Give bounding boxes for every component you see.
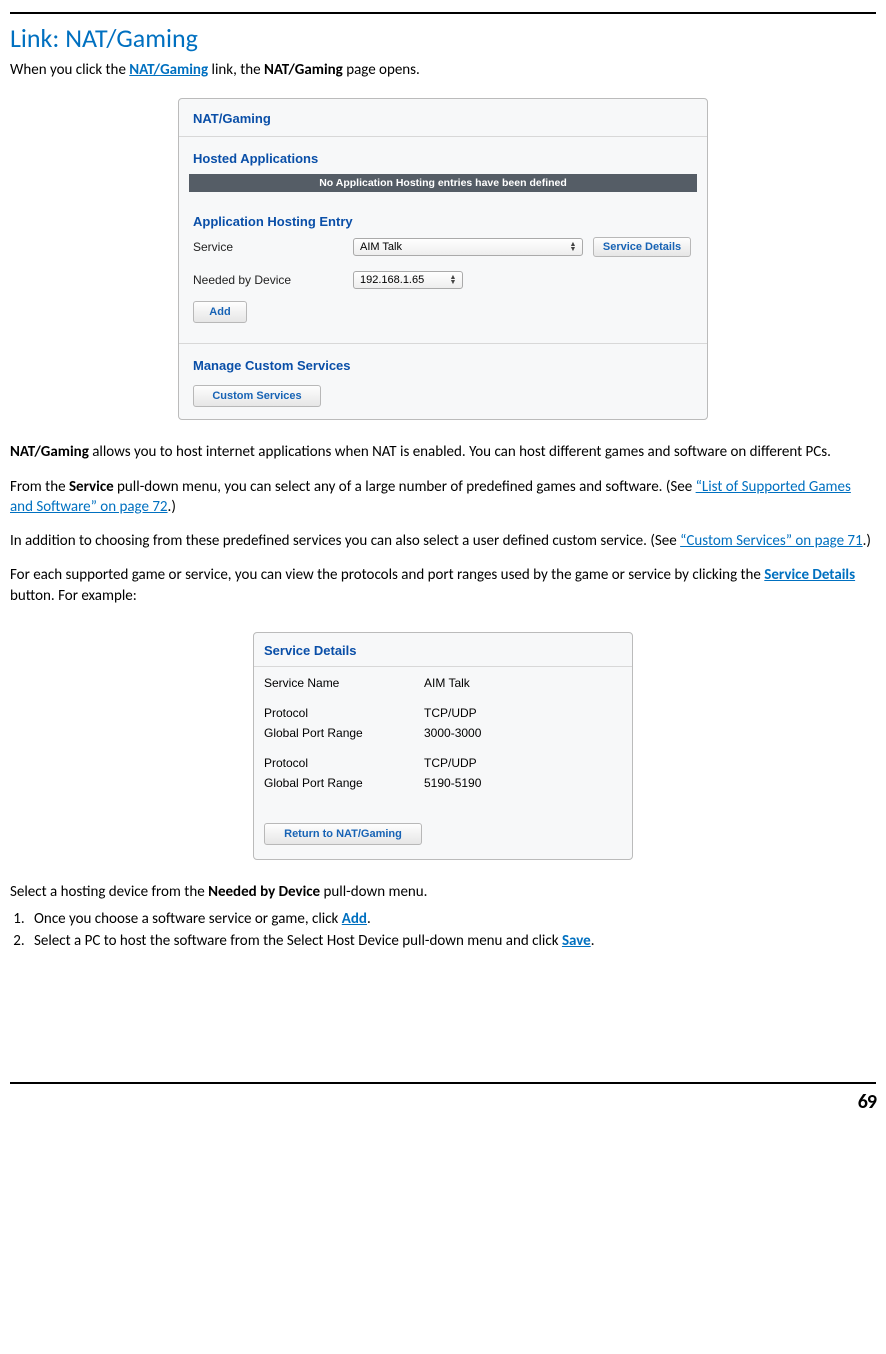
para1: NAT/Gaming allows you to host internet a… <box>10 442 876 462</box>
step-1: Once you choose a software service or ga… <box>28 908 876 930</box>
step2-a: Select a PC to host the software from th… <box>34 932 562 950</box>
intro-t3: page opens. <box>343 61 420 79</box>
intro-bold: NAT/Gaming <box>264 61 343 79</box>
detail-row: Service NameAIM Talk <box>254 673 632 693</box>
detail-row: Global Port Range5190-5190 <box>254 773 632 793</box>
detail-label: Protocol <box>264 706 424 720</box>
para5-b1: Needed by Device <box>208 883 320 901</box>
step2-b: . <box>591 932 595 950</box>
needed-row: Needed by Device 192.168.1.65 ▲▼ <box>179 267 707 293</box>
para2-t1: From the <box>10 478 69 496</box>
detail-label: Global Port Range <box>264 776 424 790</box>
detail-label: Global Port Range <box>264 726 424 740</box>
intro-paragraph: When you click the NAT/Gaming link, the … <box>10 60 876 80</box>
para3-t2: .) <box>863 532 871 550</box>
detail-label: Protocol <box>264 756 424 770</box>
service-dropdown[interactable]: AIM Talk ▲▼ <box>353 238 583 256</box>
para3: In addition to choosing from these prede… <box>10 531 876 551</box>
title-prefix: Link: <box>10 22 65 54</box>
custom-services-link[interactable]: “Custom Services” on page 71 <box>680 532 863 550</box>
page-number: 69 <box>10 1090 876 1114</box>
hosted-apps-title: Hosted Applications <box>179 137 707 170</box>
step1-a: Once you choose a software service or ga… <box>34 910 342 928</box>
para2: From the Service pull-down menu, you can… <box>10 477 876 518</box>
add-link[interactable]: Add <box>342 910 367 928</box>
page-top-rule <box>10 12 876 14</box>
detail-value: AIM Talk <box>424 676 622 690</box>
needed-value: 192.168.1.65 <box>360 274 424 286</box>
step-2: Select a PC to host the software from th… <box>28 930 876 952</box>
para2-b1: Service <box>69 478 114 496</box>
updown-icon: ▲▼ <box>448 275 458 285</box>
panel1-heading: NAT/Gaming <box>179 99 707 130</box>
nat-gaming-link[interactable]: NAT/Gaming <box>129 61 208 79</box>
intro-t2: link, the <box>208 61 264 79</box>
manage-title: Manage Custom Services <box>179 344 707 377</box>
save-link[interactable]: Save <box>562 932 591 950</box>
para5: Select a hosting device from the Needed … <box>10 882 876 902</box>
para4-t1: For each supported game or service, you … <box>10 566 764 584</box>
page-title: Link: NAT/Gaming <box>10 22 876 54</box>
divider <box>254 666 632 667</box>
para4: For each supported game or service, you … <box>10 565 876 606</box>
para5-t1: Select a hosting device from the <box>10 883 208 901</box>
service-details-link[interactable]: Service Details <box>764 566 855 584</box>
detail-label: Service Name <box>264 676 424 690</box>
detail-row: ProtocolTCP/UDP <box>254 753 632 773</box>
detail-row: Global Port Range3000-3000 <box>254 723 632 743</box>
service-details-panel: Service Details Service NameAIM Talk Pro… <box>253 632 633 860</box>
return-button[interactable]: Return to NAT/Gaming <box>264 823 422 845</box>
para3-t1: In addition to choosing from these prede… <box>10 532 680 550</box>
screenshot-1-wrap: NAT/Gaming Hosted Applications No Applic… <box>10 98 876 420</box>
spacer <box>254 793 632 813</box>
para1-t1: allows you to host internet applications… <box>89 443 831 461</box>
service-label: Service <box>193 240 353 254</box>
steps-list: Once you choose a software service or ga… <box>28 908 876 952</box>
intro-t1: When you click the <box>10 61 129 79</box>
no-entries-bar: No Application Hosting entries have been… <box>189 174 697 192</box>
needed-dropdown[interactable]: 192.168.1.65 ▲▼ <box>353 271 463 289</box>
para2-t3: .) <box>168 498 176 516</box>
para5-t2: pull-down menu. <box>320 883 427 901</box>
bottom-spacer <box>10 952 876 1062</box>
detail-value: TCP/UDP <box>424 756 622 770</box>
para1-b1: NAT/Gaming <box>10 443 89 461</box>
service-row: Service AIM Talk ▲▼ Service Details <box>179 233 707 261</box>
screenshot-2-wrap: Service Details Service NameAIM Talk Pro… <box>10 632 876 860</box>
updown-icon: ▲▼ <box>568 242 578 252</box>
entry-title: Application Hosting Entry <box>179 202 707 233</box>
panel2-heading: Service Details <box>254 633 632 660</box>
detail-spacer <box>254 743 632 753</box>
title-name: NAT/Gaming <box>65 22 198 54</box>
page-bottom-rule <box>10 1082 876 1084</box>
detail-value: 3000-3000 <box>424 726 622 740</box>
detail-row: ProtocolTCP/UDP <box>254 703 632 723</box>
nat-gaming-panel: NAT/Gaming Hosted Applications No Applic… <box>178 98 708 420</box>
add-button[interactable]: Add <box>193 301 247 323</box>
service-value: AIM Talk <box>360 241 402 253</box>
service-details-button[interactable]: Service Details <box>593 237 691 257</box>
custom-services-button[interactable]: Custom Services <box>193 385 321 407</box>
para4-t2: button. For example: <box>10 587 137 605</box>
detail-spacer <box>254 693 632 703</box>
step1-b: . <box>367 910 371 928</box>
needed-label: Needed by Device <box>193 273 353 287</box>
detail-value: TCP/UDP <box>424 706 622 720</box>
detail-value: 5190-5190 <box>424 776 622 790</box>
para2-t2: pull-down menu, you can select any of a … <box>114 478 696 496</box>
